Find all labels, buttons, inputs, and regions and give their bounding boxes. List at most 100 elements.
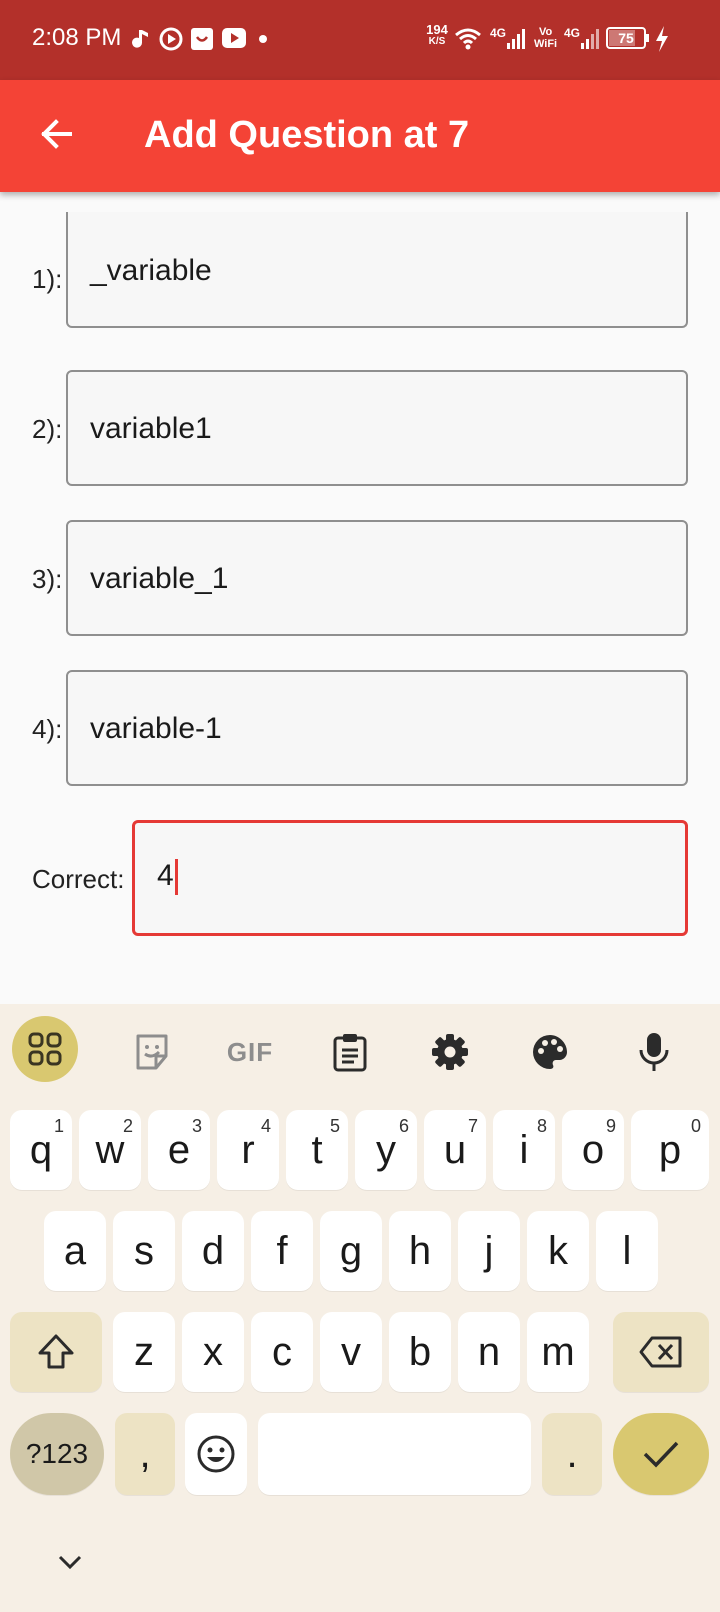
clipboard-button[interactable]: [318, 1020, 382, 1084]
gif-button[interactable]: GIF: [218, 1020, 282, 1084]
sim2-network-type: 4G: [564, 26, 581, 40]
key-i[interactable]: i8: [493, 1110, 555, 1190]
key-label: k: [548, 1228, 568, 1273]
option-1-input[interactable]: _variable: [66, 212, 688, 328]
key-y[interactable]: y6: [355, 1110, 417, 1190]
key-k[interactable]: k: [527, 1211, 589, 1291]
sim1-network-type: 4G: [490, 26, 507, 40]
charging-bolt-icon: [656, 26, 668, 52]
done-key[interactable]: [613, 1413, 709, 1495]
key-o[interactable]: o9: [562, 1110, 624, 1190]
key-label: o: [581, 1127, 605, 1172]
backspace-key[interactable]: [613, 1312, 709, 1392]
shift-arrow-icon: [38, 1334, 74, 1369]
key-s[interactable]: s: [113, 1211, 175, 1291]
key-w[interactable]: w2: [79, 1110, 141, 1190]
key-u[interactable]: u7: [424, 1110, 486, 1190]
key-q[interactable]: q1: [10, 1110, 72, 1190]
shopping-bag-icon: [191, 28, 213, 50]
key-label: n: [477, 1329, 501, 1374]
key-hint: 1: [53, 1116, 64, 1136]
option-3-label: 3):: [32, 564, 63, 594]
correct-answer-input[interactable]: 4: [132, 820, 688, 936]
key-g[interactable]: g: [320, 1211, 382, 1291]
key-label: e: [167, 1127, 191, 1172]
key-r[interactable]: r4: [217, 1110, 279, 1190]
correct-answer-value: 4: [157, 859, 174, 892]
key-h[interactable]: h: [389, 1211, 451, 1291]
key-b[interactable]: b: [389, 1312, 451, 1392]
period-key[interactable]: .: [542, 1413, 602, 1495]
music-note-icon: [132, 30, 148, 48]
key-e[interactable]: e3: [148, 1110, 210, 1190]
key-n[interactable]: n: [458, 1312, 520, 1392]
sync-play-icon: [159, 27, 183, 51]
emoji-key[interactable]: [185, 1413, 247, 1495]
text-cursor: [174, 859, 178, 896]
battery-level: 75: [618, 30, 634, 46]
option-1-label: 1):: [32, 264, 63, 294]
soft-keyboard: [0, 1004, 720, 1612]
key-label: s: [134, 1228, 154, 1273]
key-c[interactable]: c: [251, 1312, 313, 1392]
signal-bars-icon: [581, 29, 599, 49]
key-j[interactable]: j: [458, 1211, 520, 1291]
key-label: z: [134, 1329, 154, 1374]
gif-icon: GIF: [226, 1036, 274, 1067]
key-label: w: [95, 1127, 125, 1172]
apps-grid-icon: [28, 1032, 62, 1066]
correct-answer-label: Correct:: [32, 864, 125, 894]
correct-answer-value-wrap: 4: [157, 859, 178, 896]
key-hint: 5: [329, 1116, 340, 1136]
symbols-key[interactable]: ?123: [10, 1413, 104, 1495]
key-f[interactable]: f: [251, 1211, 313, 1291]
back-arrow-icon[interactable]: [36, 114, 76, 154]
apps-grid-button[interactable]: [12, 1016, 78, 1082]
option-4-input[interactable]: variable-1: [66, 670, 688, 786]
theme-button[interactable]: [518, 1020, 582, 1084]
key-z[interactable]: z: [113, 1312, 175, 1392]
key-label: i: [519, 1127, 529, 1172]
key-hint: 7: [467, 1116, 478, 1136]
key-hint: 0: [690, 1116, 701, 1136]
chevron-down-icon[interactable]: [56, 1552, 84, 1572]
key-v[interactable]: v: [320, 1312, 382, 1392]
key-label: t: [311, 1127, 323, 1172]
page-title: Add Question at 7: [144, 114, 470, 156]
settings-button[interactable]: [418, 1020, 482, 1084]
key-hint: 3: [191, 1116, 202, 1136]
key-x[interactable]: x: [182, 1312, 244, 1392]
key-label: u: [443, 1127, 467, 1172]
key-label: v: [341, 1329, 361, 1374]
voice-input-button[interactable]: [622, 1020, 686, 1084]
shift-key[interactable]: [10, 1312, 102, 1392]
youtube-icon: [222, 28, 246, 48]
key-label: d: [201, 1228, 225, 1273]
option-2-label: 2):: [32, 414, 63, 444]
network-speed: 194 K/S: [422, 23, 452, 48]
vowifi-label-top: Vo: [538, 26, 553, 38]
option-2-input[interactable]: variable1: [66, 370, 688, 486]
status-bar: 2:08 PM 194 K/S 4G Vo WiFi 4G 75: [0, 0, 720, 80]
option-4-value: variable-1: [90, 712, 222, 745]
key-p[interactable]: p0: [631, 1110, 709, 1190]
option-3-value: variable_1: [90, 562, 229, 595]
comma-key[interactable]: ,: [115, 1413, 175, 1495]
key-label: r: [241, 1127, 255, 1172]
key-label: m: [541, 1329, 575, 1374]
key-l[interactable]: l: [596, 1211, 658, 1291]
option-2-value: variable1: [90, 412, 212, 445]
option-1-value: _variable: [90, 254, 212, 287]
key-t[interactable]: t5: [286, 1110, 348, 1190]
key-a[interactable]: a: [44, 1211, 106, 1291]
key-label: a: [63, 1228, 87, 1273]
vowifi-label-bottom: WiFi: [534, 38, 558, 50]
key-d[interactable]: d: [182, 1211, 244, 1291]
key-m[interactable]: m: [527, 1312, 589, 1392]
wifi-icon: [455, 28, 481, 50]
battery-tip: [646, 34, 649, 42]
sticker-button[interactable]: [120, 1020, 184, 1084]
key-label: l: [622, 1228, 632, 1273]
option-3-input[interactable]: variable_1: [66, 520, 688, 636]
space-bar[interactable]: [258, 1413, 531, 1495]
